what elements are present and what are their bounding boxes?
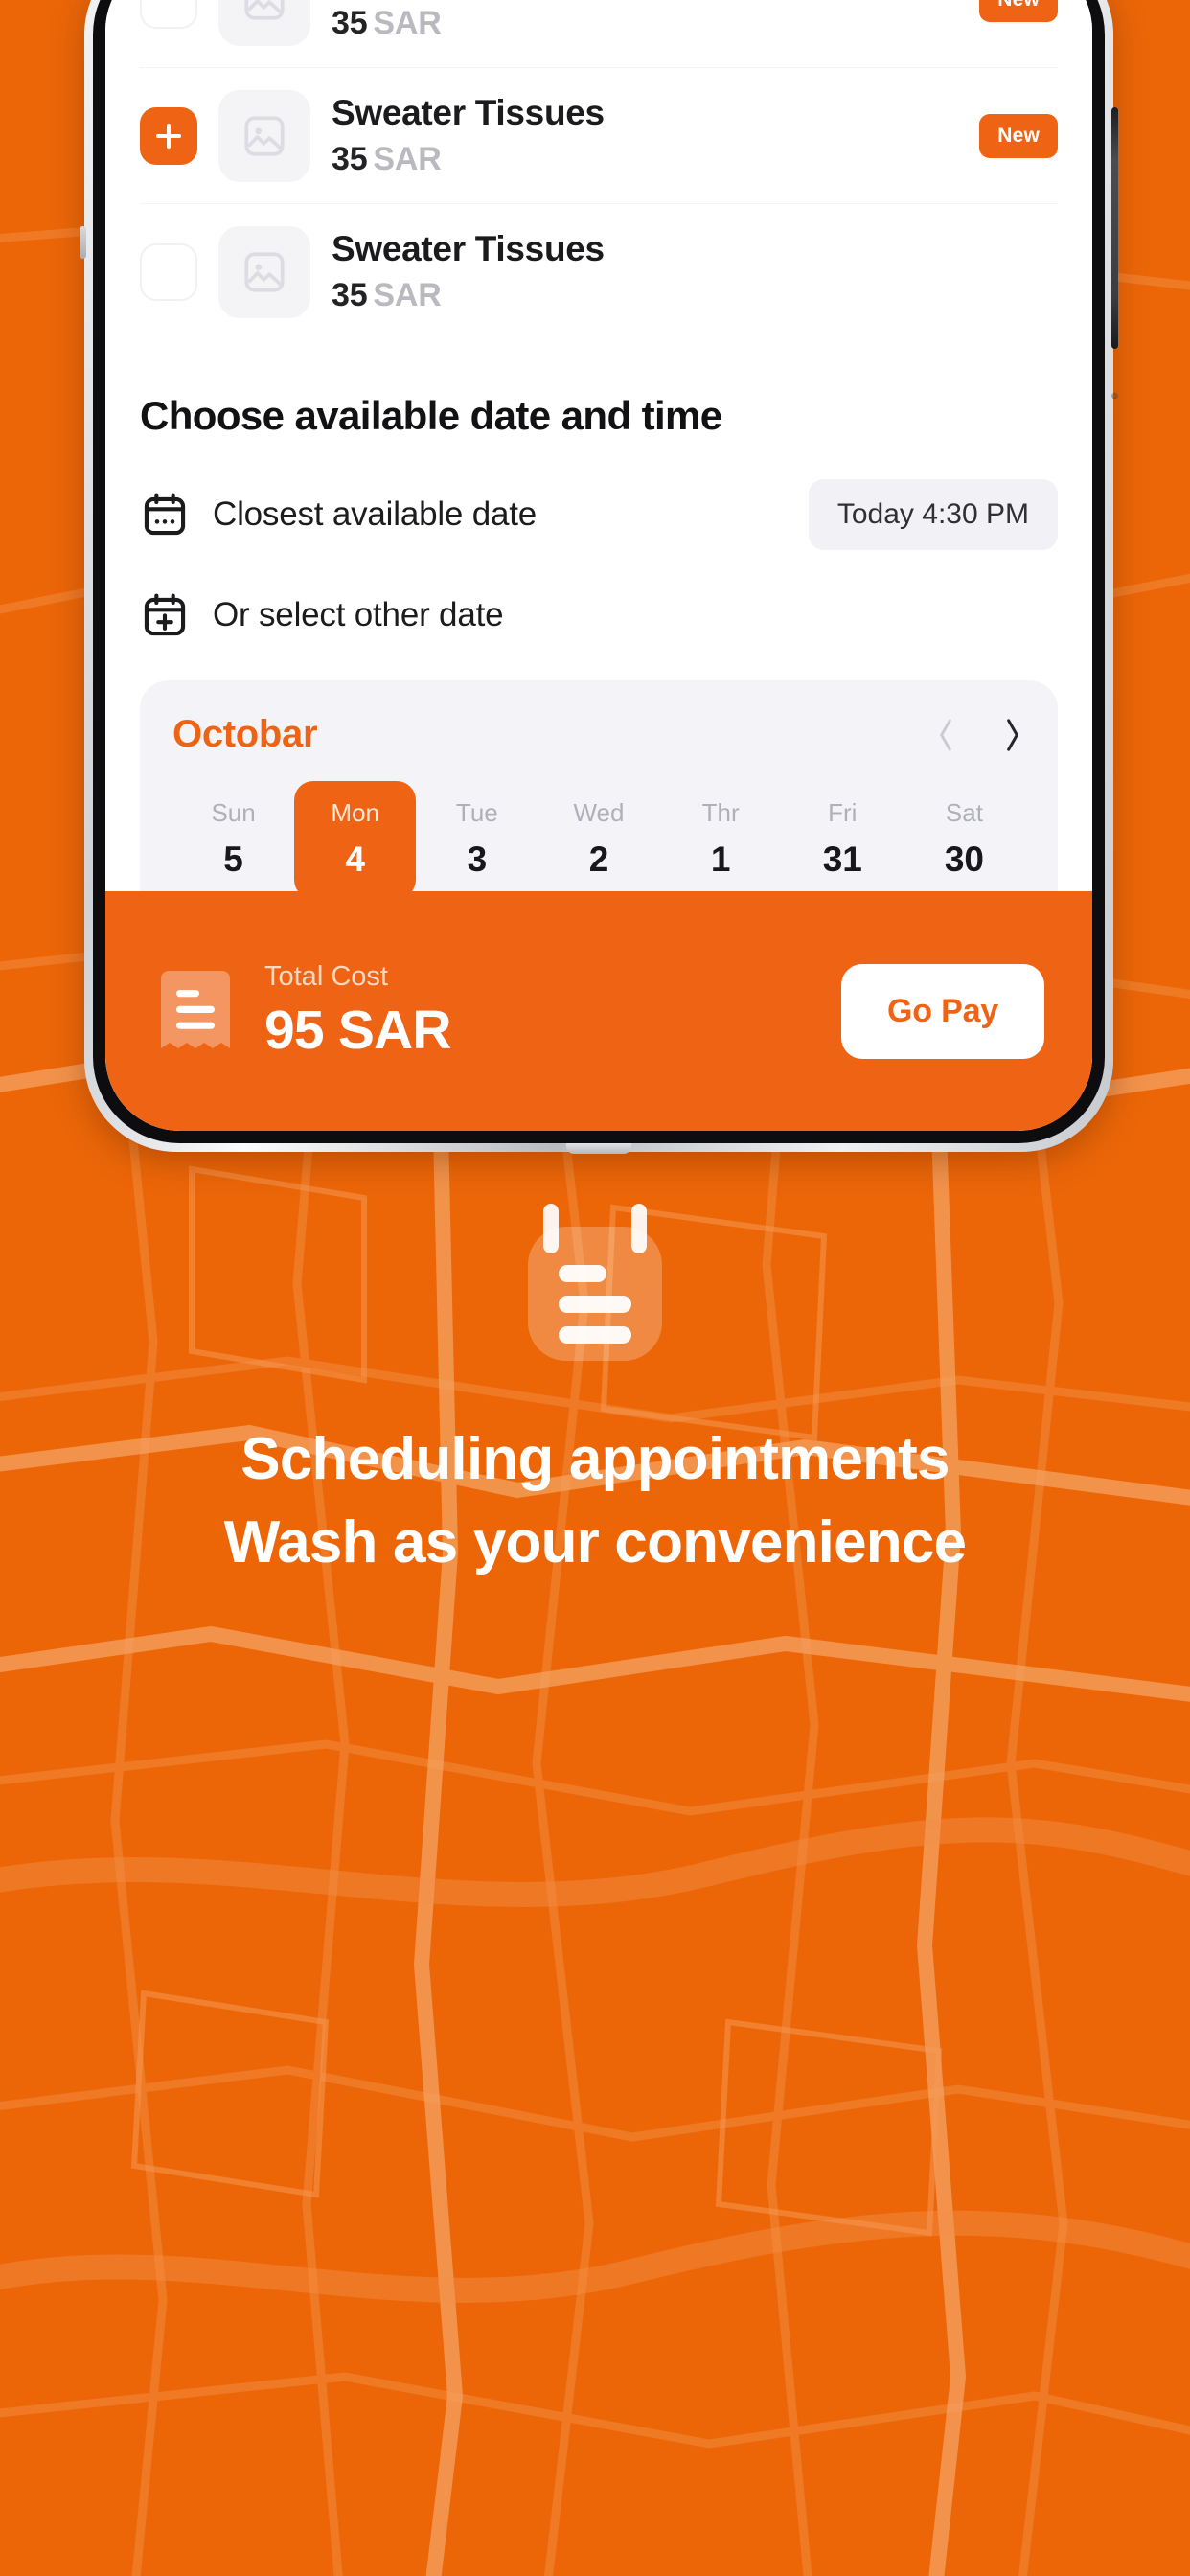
closest-available-date-label: Closest available date xyxy=(213,495,538,533)
calendar-header: Octobar xyxy=(172,713,1025,756)
hero-line-2: Wash as your convenience xyxy=(223,1509,967,1576)
item-toggle-add[interactable] xyxy=(140,0,197,29)
item-price: 35 SAR xyxy=(332,141,442,178)
select-other-date-row[interactable]: Or select other date xyxy=(140,590,1058,640)
app-root: 35 SAR Sweater Tissues 35 SAR New Sweate… xyxy=(105,0,1092,1131)
calendar-day[interactable]: Tue 3 xyxy=(416,781,538,891)
item-text-group: Sweater Tissues 35SAR xyxy=(332,93,958,179)
hero-line-1: Scheduling appointments xyxy=(240,1426,950,1492)
calendar-month-label: Octobar xyxy=(172,713,318,755)
image-placeholder-icon xyxy=(244,251,285,292)
notepad-icon xyxy=(520,1196,670,1365)
item-name: Sweater Tissues xyxy=(332,92,605,132)
list-item[interactable]: Sweater Tissues 35 SAR xyxy=(140,203,1058,339)
phone-mockup: 35 SAR Sweater Tissues 35 SAR New Sweate… xyxy=(80,0,1118,1154)
total-cost-texts: Total Cost 95 SAR xyxy=(264,960,452,1062)
calendar-day-number: 5 xyxy=(223,840,243,879)
item-toggle-add[interactable] xyxy=(140,242,197,301)
calendar-day-dow: Tue xyxy=(455,798,498,827)
calendar-nav xyxy=(933,714,1025,756)
calendar-day-number: 2 xyxy=(588,840,609,879)
total-cost-label: Total Cost xyxy=(264,960,388,992)
item-thumbnail xyxy=(218,225,310,318)
list-item[interactable]: Sweater Tissues 35SAR New xyxy=(140,67,1058,203)
calendar-card: Octobar Sun 5 Mon 4 Tue 3 Wed 2 Thr 1 Fr… xyxy=(140,680,1058,891)
plus-icon xyxy=(156,123,181,149)
select-other-date-label: Or select other date xyxy=(213,596,504,633)
calendar-day[interactable]: Sun 5 xyxy=(172,781,294,891)
hero-title: Scheduling appointments Wash as your con… xyxy=(223,1426,967,1576)
calendar-day-number: 30 xyxy=(944,840,984,879)
total-cost-value: 95 SAR xyxy=(264,999,452,1061)
receipt-icon xyxy=(153,967,238,1055)
screenshot-stage: 35 SAR Sweater Tissues 35 SAR New Sweate… xyxy=(0,0,1190,2576)
chevron-left-icon[interactable] xyxy=(933,714,958,756)
status-badge: New xyxy=(979,113,1058,158)
image-placeholder-icon xyxy=(244,0,285,20)
item-text-group: Sweater Tissues 35SAR xyxy=(332,0,958,42)
left-side-button[interactable] xyxy=(80,226,86,259)
calendar-dots-icon xyxy=(140,490,190,540)
item-price: 35 SAR xyxy=(332,5,442,42)
chevron-right-icon[interactable] xyxy=(1000,714,1025,756)
closest-available-date-row[interactable]: Closest available date Today 4:30 PM xyxy=(140,479,1058,550)
calendar-day-dow: Sat xyxy=(945,798,983,827)
calendar-day-number: 31 xyxy=(822,840,862,879)
item-toggle-add[interactable] xyxy=(140,106,197,165)
phone-screen: 35 SAR Sweater Tissues 35 SAR New Sweate… xyxy=(105,0,1092,1131)
calendar-day[interactable]: Wed 2 xyxy=(538,781,659,891)
item-name: Sweater Tissues xyxy=(332,228,605,268)
total-cost-bar: Total Cost 95 SAR Go Pay xyxy=(105,891,1092,1131)
calendar-day-dow: Wed xyxy=(573,798,625,827)
image-placeholder-icon xyxy=(244,115,285,156)
status-badge: New xyxy=(979,0,1058,22)
calendar-day-number: 3 xyxy=(467,840,488,879)
calendar-day-dow: Fri xyxy=(828,798,858,827)
service-item-list: 35 SAR Sweater Tissues 35 SAR New Sweate… xyxy=(140,0,1058,339)
calendar-day[interactable]: Fri 31 xyxy=(782,781,904,891)
item-thumbnail xyxy=(218,0,310,46)
volume-button[interactable] xyxy=(1111,393,1118,399)
calendar-day[interactable]: Thr 1 xyxy=(660,781,782,891)
calendar-day[interactable]: Sat 30 xyxy=(904,781,1025,891)
list-item[interactable]: Sweater Tissues 35SAR New xyxy=(140,0,1058,67)
calendar-day-number: 1 xyxy=(710,840,731,879)
app-scroll-area[interactable]: 35 SAR Sweater Tissues 35 SAR New Sweate… xyxy=(105,0,1092,891)
power-button[interactable] xyxy=(1111,107,1118,349)
calendar-day-selected[interactable]: Mon 4 xyxy=(294,781,417,891)
item-text-group: Sweater Tissues 35SAR xyxy=(332,229,1058,315)
closest-date-chip[interactable]: Today 4:30 PM xyxy=(808,479,1058,550)
item-thumbnail xyxy=(218,89,310,182)
calendar-day-dow: Thr xyxy=(701,798,740,827)
calendar-day-strip: Sun 5 Mon 4 Tue 3 Wed 2 Thr 1 Fri 31 Sat… xyxy=(172,781,1025,891)
calendar-day-dow: Sun xyxy=(211,798,256,827)
go-pay-button[interactable]: Go Pay xyxy=(841,963,1044,1059)
item-price: 35 SAR xyxy=(332,277,442,314)
calendar-day-dow: Mon xyxy=(331,798,379,827)
calendar-plus-icon xyxy=(140,590,190,640)
page-title: Choose available date and time xyxy=(140,393,722,438)
calendar-day-number: 4 xyxy=(345,840,365,879)
hero-section: Scheduling appointments Wash as your con… xyxy=(0,1150,1190,1576)
